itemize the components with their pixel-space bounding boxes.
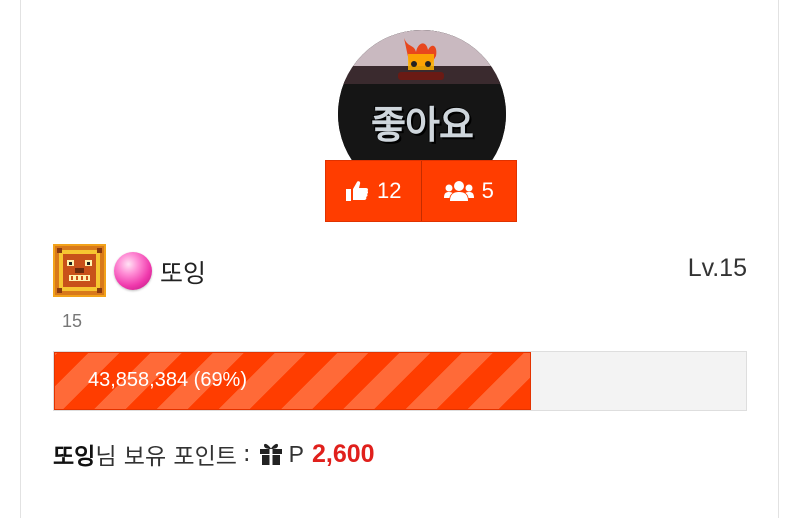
experience-text: 43,858,384 (69%) xyxy=(88,369,248,391)
experience-bar: 43,858,384 (69%) xyxy=(53,351,747,411)
points-user-name: 또잉 xyxy=(53,444,96,470)
friends-button[interactable]: 5 xyxy=(420,161,517,221)
points-summary: 또잉 님 보유 포인트 : P 2,600 xyxy=(53,437,375,471)
pink-orb-icon xyxy=(114,252,152,290)
user-level-label: Lv.15 xyxy=(687,254,747,282)
pixel-lion-badge-icon xyxy=(53,244,106,297)
points-label: 님 보유 포인트 xyxy=(95,444,237,470)
profile-stats-bar: 12 5 xyxy=(325,160,517,222)
friends-count: 5 xyxy=(481,178,494,203)
likes-button[interactable]: 12 xyxy=(326,161,421,221)
gift-icon xyxy=(259,443,282,465)
thumbs-up-icon xyxy=(346,181,369,201)
likes-count: 12 xyxy=(377,178,402,203)
points-separator: : xyxy=(242,441,251,467)
level-number: 15 xyxy=(62,311,83,331)
user-nickname[interactable]: 또잉 xyxy=(160,254,206,290)
users-icon xyxy=(443,181,474,201)
points-p-label: P xyxy=(288,440,305,467)
avatar-caption: 좋아요 xyxy=(371,103,474,147)
points-amount: 2,600 xyxy=(312,439,375,468)
user-info-row: 또잉 Lv.15 xyxy=(53,244,747,298)
